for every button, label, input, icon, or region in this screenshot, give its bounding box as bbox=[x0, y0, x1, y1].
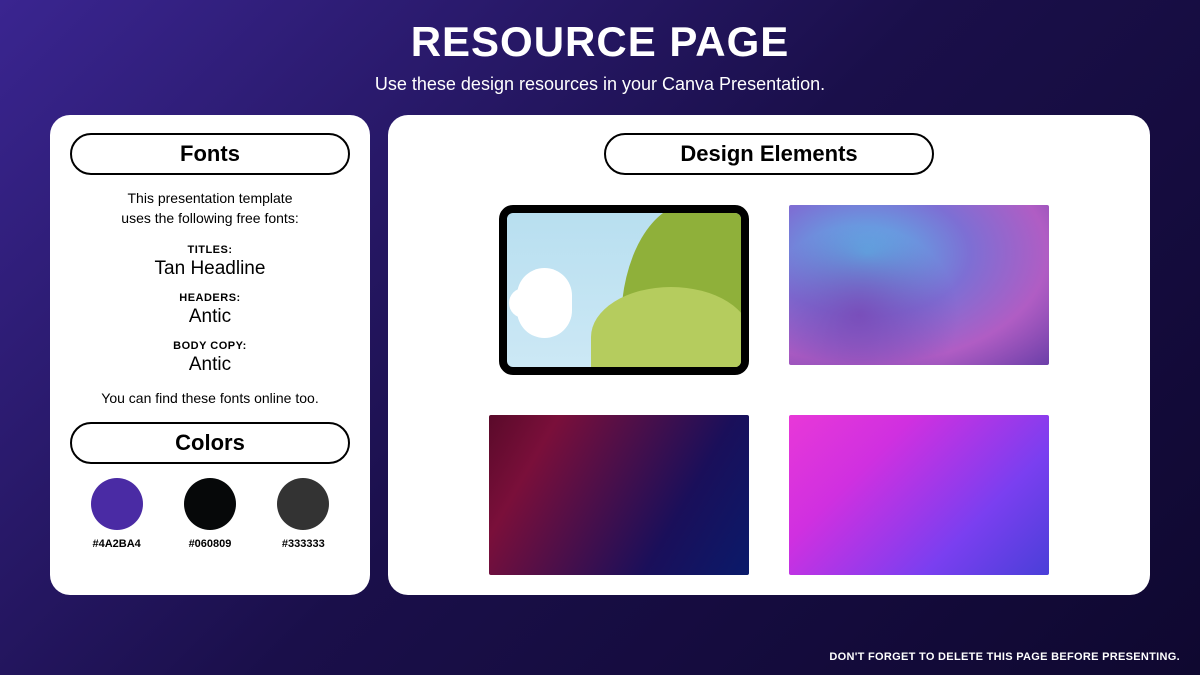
gradient-wave-element bbox=[789, 205, 1049, 365]
swatch-label: #333333 bbox=[277, 538, 329, 550]
fonts-heading: Fonts bbox=[70, 133, 350, 175]
headers-value: Antic bbox=[70, 306, 350, 328]
swatch-circle bbox=[184, 478, 236, 530]
gradient-magenta-element bbox=[789, 415, 1049, 575]
footer-warning: DON'T FORGET TO DELETE THIS PAGE BEFORE … bbox=[829, 651, 1180, 663]
design-elements-panel: Design Elements bbox=[388, 115, 1150, 595]
tablet-mockup-element bbox=[499, 205, 749, 375]
fonts-desc-line2: uses the following free fonts: bbox=[121, 210, 298, 226]
swatch-label: #4A2BA4 bbox=[91, 538, 143, 550]
fonts-desc-line1: This presentation template bbox=[128, 190, 293, 206]
color-swatch-2: #060809 bbox=[184, 478, 236, 550]
design-elements-heading: Design Elements bbox=[604, 133, 934, 175]
fonts-description: This presentation template uses the foll… bbox=[70, 189, 350, 228]
swatch-circle bbox=[277, 478, 329, 530]
color-swatch-3: #333333 bbox=[277, 478, 329, 550]
gradient-dark-element bbox=[489, 415, 749, 575]
fonts-colors-panel: Fonts This presentation template uses th… bbox=[50, 115, 370, 595]
color-swatch-1: #4A2BA4 bbox=[91, 478, 143, 550]
colors-heading: Colors bbox=[70, 422, 350, 464]
cloud-shape bbox=[517, 268, 572, 338]
titles-label: TITLES: bbox=[70, 244, 350, 256]
headers-label: HEADERS: bbox=[70, 292, 350, 304]
swatch-label: #060809 bbox=[184, 538, 236, 550]
page-subtitle: Use these design resources in your Canva… bbox=[0, 74, 1200, 95]
body-label: BODY COPY: bbox=[70, 340, 350, 352]
fonts-note: You can find these fonts online too. bbox=[70, 390, 350, 406]
page-title: RESOURCE PAGE bbox=[0, 18, 1200, 66]
swatch-circle bbox=[91, 478, 143, 530]
body-value: Antic bbox=[70, 354, 350, 376]
titles-value: Tan Headline bbox=[70, 258, 350, 280]
